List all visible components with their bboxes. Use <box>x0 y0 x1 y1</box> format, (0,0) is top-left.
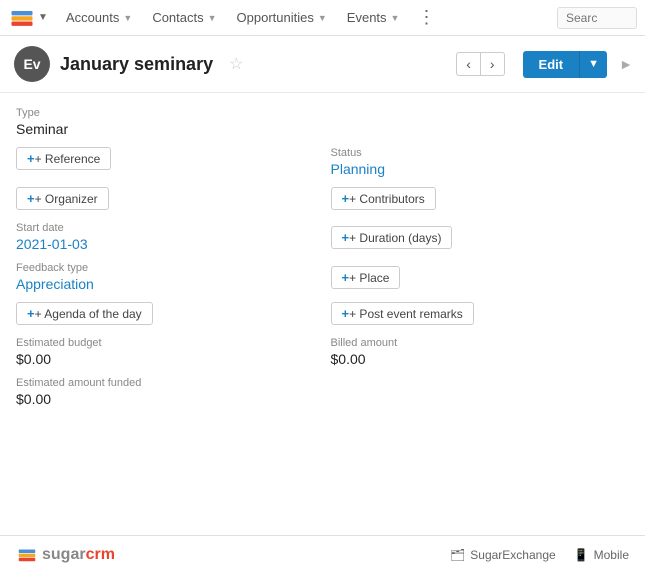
add-organizer-button[interactable]: ++ Organizer <box>16 187 109 210</box>
organizer-contributors-row: ++ Organizer ++ Contributors <box>16 187 629 222</box>
feedback-place-row: Feedback type Appreciation ++ Place <box>16 262 629 302</box>
scroll-indicator: ► <box>621 56 631 72</box>
contacts-arrow: ▼ <box>208 13 217 23</box>
footer: sugarcrm 🗂 SugarExchange 📱 Mobile <box>0 535 645 574</box>
edit-button[interactable]: Edit <box>523 51 580 78</box>
add-contributors-button[interactable]: ++ Contributors <box>331 187 436 210</box>
record-navigation: ‹ › <box>456 52 504 76</box>
feedback-col: Feedback type Appreciation <box>16 262 315 302</box>
add-agenda-button[interactable]: ++ Agenda of the day <box>16 302 153 325</box>
events-arrow: ▼ <box>391 13 400 23</box>
add-reference-button[interactable]: + + Reference <box>16 147 111 170</box>
add-duration-button[interactable]: ++ Duration (days) <box>331 226 453 249</box>
budget-billed-row: Estimated budget $0.00 Billed amount $0.… <box>16 337 629 377</box>
mobile-icon: 📱 <box>574 548 589 562</box>
agenda-col: ++ Agenda of the day <box>16 302 315 337</box>
footer-logo-text: sugarcrm <box>42 546 115 564</box>
nav-contacts[interactable]: Contacts ▼ <box>142 0 226 36</box>
estimated-budget-label: Estimated budget <box>16 337 315 349</box>
nav-events[interactable]: Events ▼ <box>337 0 410 36</box>
footer-logo-icon <box>16 544 38 566</box>
footer-logo: sugarcrm <box>16 544 115 566</box>
type-field: Type Seminar <box>16 107 629 137</box>
type-value: Seminar <box>16 121 629 137</box>
add-place-button[interactable]: ++ Place <box>331 266 401 289</box>
estimated-funded-value: $0.00 <box>16 391 629 407</box>
next-record-button[interactable]: › <box>480 52 505 76</box>
opportunities-arrow: ▼ <box>318 13 327 23</box>
start-date-col: Start date 2021-01-03 <box>16 222 315 262</box>
main-content: Type Seminar + + Reference Status Planni… <box>0 93 645 535</box>
status-col: Status Planning <box>331 147 630 187</box>
nav-accounts[interactable]: Accounts ▼ <box>56 0 142 36</box>
billed-amount-label: Billed amount <box>331 337 630 349</box>
funded-row: Estimated amount funded $0.00 <box>16 377 629 407</box>
top-navigation: ▼ Accounts ▼ Contacts ▼ Opportunities ▼ … <box>0 0 645 36</box>
feedback-type-value: Appreciation <box>16 276 315 292</box>
add-post-event-button[interactable]: ++ Post event remarks <box>331 302 474 325</box>
reference-status-row: + + Reference Status Planning <box>16 147 629 187</box>
type-label: Type <box>16 107 629 119</box>
footer-links: 🗂 SugarExchange 📱 Mobile <box>450 548 629 562</box>
mobile-link[interactable]: 📱 Mobile <box>574 548 629 562</box>
budget-col: Estimated budget $0.00 <box>16 337 315 377</box>
nav-opportunities[interactable]: Opportunities ▼ <box>227 0 337 36</box>
accounts-arrow: ▼ <box>123 13 132 23</box>
feedback-type-label: Feedback type <box>16 262 315 274</box>
status-value: Planning <box>331 161 630 177</box>
record-header: Ev January seminary ☆ ‹ › Edit ▼ ► <box>0 36 645 93</box>
contributors-col: ++ Contributors <box>331 187 630 222</box>
estimated-funded-label: Estimated amount funded <box>16 377 629 389</box>
avatar: Ev <box>14 46 50 82</box>
logo-dropdown-arrow[interactable]: ▼ <box>38 12 48 23</box>
edit-button-group: Edit ▼ <box>523 51 607 78</box>
post-event-col: ++ Post event remarks <box>331 302 630 337</box>
organizer-col: ++ Organizer <box>16 187 315 222</box>
reference-col: + + Reference <box>16 147 315 187</box>
sugar-exchange-link[interactable]: 🗂 SugarExchange <box>450 548 556 562</box>
nav-more-button[interactable]: ⋮ <box>411 7 441 28</box>
billed-col: Billed amount $0.00 <box>331 337 630 377</box>
start-date-label: Start date <box>16 222 315 234</box>
start-date-value: 2021-01-03 <box>16 236 315 252</box>
sugar-exchange-icon: 🗂 <box>450 548 465 562</box>
agenda-post-row: ++ Agenda of the day ++ Post event remar… <box>16 302 629 337</box>
prev-record-button[interactable]: ‹ <box>456 52 480 76</box>
date-duration-row: Start date 2021-01-03 ++ Duration (days) <box>16 222 629 262</box>
billed-amount-value: $0.00 <box>331 351 630 367</box>
favorite-star-icon[interactable]: ☆ <box>229 54 243 74</box>
search-input[interactable] <box>557 7 637 29</box>
place-col: ++ Place <box>331 262 630 302</box>
duration-col: ++ Duration (days) <box>331 222 630 262</box>
status-label: Status <box>331 147 630 159</box>
record-title: January seminary <box>60 54 213 75</box>
edit-dropdown-button[interactable]: ▼ <box>579 51 607 78</box>
estimated-budget-value: $0.00 <box>16 351 315 367</box>
app-logo[interactable]: ▼ <box>8 4 48 32</box>
